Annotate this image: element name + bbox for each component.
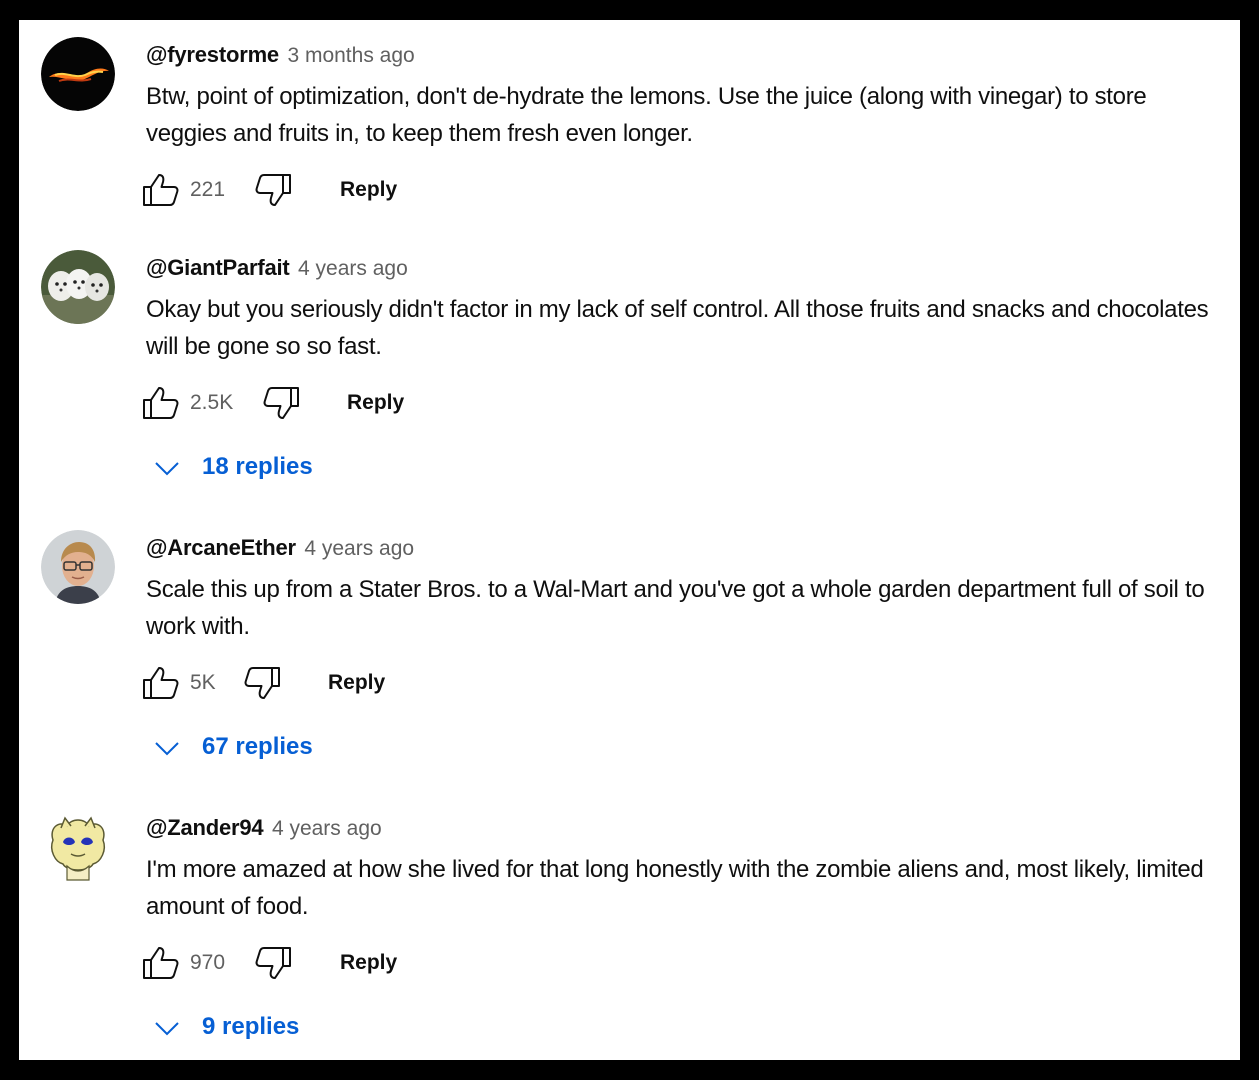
like-count: 221 bbox=[190, 178, 226, 201]
reply-button[interactable]: Reply bbox=[328, 671, 385, 695]
replies-count: 9 replies bbox=[202, 1013, 300, 1040]
avatar[interactable] bbox=[41, 810, 115, 884]
dislike-button[interactable] bbox=[261, 383, 301, 423]
thumbs-down-icon bbox=[255, 174, 291, 206]
comment-time[interactable]: 4 years ago bbox=[304, 537, 414, 560]
like-count: 5K bbox=[190, 671, 216, 694]
reply-button[interactable]: Reply bbox=[340, 951, 397, 975]
like-count: 970 bbox=[190, 951, 226, 974]
replies-count: 18 replies bbox=[202, 453, 313, 480]
comment-text: Scale this up from a Stater Bros. to a W… bbox=[146, 576, 1205, 640]
chevron-down-icon bbox=[155, 1022, 179, 1036]
author-name[interactable]: @fyrestorme bbox=[146, 42, 279, 67]
author-name[interactable]: @ArcaneEther bbox=[146, 535, 296, 560]
avatar[interactable] bbox=[41, 37, 115, 111]
like-button[interactable] bbox=[141, 663, 181, 703]
reply-button[interactable]: Reply bbox=[347, 391, 404, 415]
comment-time[interactable]: 4 years ago bbox=[298, 257, 408, 280]
comment-actions: 970 Reply bbox=[141, 943, 541, 983]
comment-text: Btw, point of optimization, don't de-hyd… bbox=[146, 83, 1147, 147]
comment-text: Okay but you seriously didn't factor in … bbox=[146, 296, 1209, 360]
comment-text: I'm more amazed at how she lived for tha… bbox=[146, 856, 1204, 920]
comment-header: @ArcaneEther 4 years ago bbox=[146, 535, 414, 561]
comment-time[interactable]: 3 months ago bbox=[287, 44, 414, 67]
author-name[interactable]: @Zander94 bbox=[146, 815, 264, 840]
chevron-down-icon bbox=[155, 742, 179, 756]
chevron-down-icon bbox=[155, 462, 179, 476]
thumbs-down-icon bbox=[263, 387, 299, 419]
like-count: 2.5K bbox=[190, 391, 234, 414]
thumbs-up-icon bbox=[143, 667, 179, 699]
like-button[interactable] bbox=[141, 170, 181, 210]
thumbs-up-icon bbox=[143, 947, 179, 979]
dislike-button[interactable] bbox=[253, 943, 293, 983]
comment-actions: 221 Reply bbox=[141, 170, 541, 210]
like-button[interactable] bbox=[141, 383, 181, 423]
replies-count: 67 replies bbox=[202, 733, 313, 760]
comment-header: @Zander94 4 years ago bbox=[146, 815, 382, 841]
comment-actions: 2.5K Reply bbox=[141, 383, 541, 423]
dislike-button[interactable] bbox=[242, 663, 282, 703]
avatar[interactable] bbox=[41, 530, 115, 604]
avatar[interactable] bbox=[41, 250, 115, 324]
author-name[interactable]: @GiantParfait bbox=[146, 255, 290, 280]
thumbs-up-icon bbox=[143, 387, 179, 419]
thumbs-up-icon bbox=[143, 174, 179, 206]
comment-actions: 5K Reply bbox=[141, 663, 541, 703]
reply-button[interactable]: Reply bbox=[340, 178, 397, 202]
comment-header: @fyrestorme 3 months ago bbox=[146, 42, 415, 68]
thumbs-down-icon bbox=[244, 667, 280, 699]
comment-header: @GiantParfait 4 years ago bbox=[146, 255, 408, 281]
comments-panel: @fyrestorme 3 months ago Btw, point of o… bbox=[19, 20, 1240, 1060]
comment-time[interactable]: 4 years ago bbox=[272, 817, 382, 840]
like-button[interactable] bbox=[141, 943, 181, 983]
dislike-button[interactable] bbox=[253, 170, 293, 210]
thumbs-down-icon bbox=[255, 947, 291, 979]
